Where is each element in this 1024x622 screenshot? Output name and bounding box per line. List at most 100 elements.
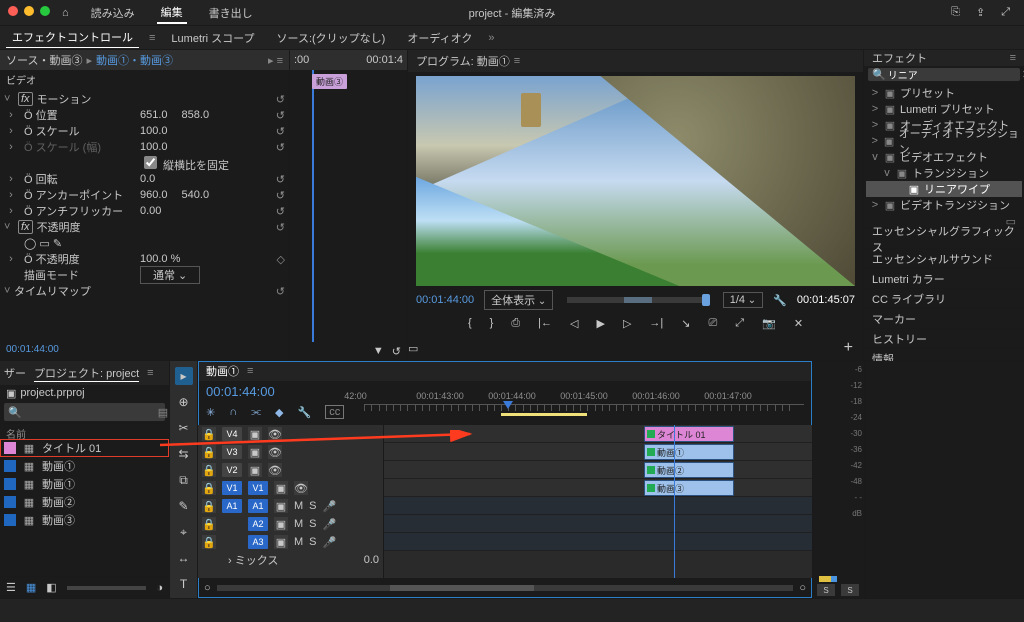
snap-icon[interactable]: ✳ [206,406,215,419]
transport-button[interactable]: } [490,317,494,329]
bin-item[interactable]: ▦動画① [0,457,169,475]
program-monitor[interactable] [416,76,855,286]
tool-button[interactable]: ✂ [175,419,193,437]
workspace-import[interactable]: 読み込み [87,3,139,23]
workspace-edit[interactable]: 編集 [157,2,187,24]
panel-tab[interactable]: エッセンシャルグラフィックス [864,228,1024,248]
timeline-canvas[interactable]: タイトル 01動画①動画②動画③ [384,425,812,578]
tree-item[interactable]: ▣リニアワイプ [866,181,1022,197]
transport-button[interactable]: ⎙ [511,317,520,330]
transport-button[interactable]: { [468,317,472,329]
panel-tab[interactable]: CC ライブラリ [864,288,1024,308]
panel-tab[interactable]: マーカー [864,308,1024,328]
fx-row[interactable]: ›Ö 位置651.0858.0↺ [4,107,285,123]
tab-audio-clip[interactable]: オーディオク [401,28,478,48]
tool-button[interactable]: ▸ [175,367,193,385]
list-view-icon[interactable]: ☰ [6,581,16,594]
timeline-timecode[interactable]: 00:01:44:00 [206,384,275,399]
transport-button[interactable]: ▶ [596,317,604,330]
transport-button[interactable]: →| [649,317,663,329]
kf-playhead[interactable] [312,70,314,342]
icon-view-icon[interactable]: ▦ [26,581,36,594]
bin-item[interactable]: ▦タイトル 01 [0,439,169,457]
transport-button[interactable]: ⤢ [735,317,744,330]
video-track-header[interactable]: 🔒V1V1▣👁 [198,479,383,497]
new-item-button[interactable]: ◑ [156,582,163,594]
tool-button[interactable]: ⌖ [175,523,193,541]
program-tc-left[interactable]: 00:01:44:00 [416,294,474,306]
fx-row[interactable]: ›Ö 不透明度100.0 %◇ [4,251,285,267]
quick-export-icon[interactable]: ⎘ [951,6,960,19]
tab-project[interactable]: プロジェクト: project [34,365,139,382]
tool-button[interactable]: ⇆ [175,445,193,463]
tab-lumetri-scopes[interactable]: Lumetri スコープ [165,28,260,48]
tab-source[interactable]: ソース:(クリップなし) [271,28,392,48]
wrench-icon[interactable]: 🔧 [773,294,787,307]
col-name[interactable]: 名前 [0,423,169,439]
fx-row[interactable]: ◯ ▭ ✎ [4,235,285,251]
program-scrub[interactable] [567,297,708,303]
tree-item[interactable]: >▣オーディオトランジション [866,133,1022,149]
sequence-crumb[interactable]: 動画①・動画③ [96,52,173,68]
timeline-clip[interactable]: タイトル 01 [644,426,734,442]
timeline-ruler[interactable]: 42:0000:01:43:0000:01:44:0000:01:45:0000… [364,404,804,420]
tool-button[interactable]: T [175,575,193,593]
video-track-header[interactable]: 🔒V2▣👁 [198,461,383,479]
bin-item[interactable]: ▦動画② [0,493,169,511]
program-zoom-select[interactable]: 1/4 ⌄ [723,292,763,308]
tool-button[interactable]: ↔ [175,549,193,567]
home-icon[interactable]: ⌂ [62,7,69,19]
transport-button[interactable]: ◁ [570,317,578,330]
share-icon[interactable]: ⇪ [976,6,985,19]
fx-row[interactable]: 描画モード通常 ⌄ [4,267,285,283]
fx-row[interactable]: ˅fxモーション↺ [4,91,285,107]
marker-icon[interactable]: ◆ [275,406,283,419]
pip-icon[interactable]: ▭ [408,342,418,355]
tool-button[interactable]: ✎ [175,497,193,515]
audio-track-header[interactable]: 🔒A3▣MS🎤 [198,533,383,551]
settings-icon[interactable]: 🔧 [298,406,312,419]
solo-button[interactable]: S [817,584,835,596]
tree-item[interactable]: >▣プリセット [866,85,1022,101]
fullscreen-icon[interactable]: ⤢ [1001,6,1010,19]
reset-icon[interactable]: ↺ [392,345,401,358]
magnet-icon[interactable]: ∩ [229,406,237,418]
tree-item[interactable]: v▣トランジション [866,165,1022,181]
sequence-name[interactable]: 動画① [206,363,239,379]
timeline-clip[interactable]: 動画② [644,462,734,478]
transport-button[interactable]: ▷ [623,317,631,330]
kf-clip-tag[interactable]: 動画③ [312,74,347,89]
program-tc-right[interactable]: 00:01:45:07 [797,294,855,306]
link-icon[interactable]: ⫘ [251,406,261,419]
audio-track-header[interactable]: 🔒A1A1▣MS🎤 [198,497,383,515]
project-search-input[interactable] [22,406,158,419]
fx-row[interactable]: ›Ö アンチフリッカー0.00↺ [4,203,285,219]
audio-track-header[interactable]: 🔒A2▣MS🎤 [198,515,383,533]
fx-row[interactable]: ›Ö アンカーポイント960.0540.0↺ [4,187,285,203]
workspace-export[interactable]: 書き出し [205,3,257,23]
bin-item[interactable]: ▦動画③ [0,511,169,529]
transport-button[interactable]: ↘ [681,317,690,330]
transport-button[interactable]: |← [538,317,552,329]
tab-media-browser[interactable]: ザー [4,365,26,381]
effects-search-input[interactable] [886,68,1022,81]
fx-row[interactable]: ›Ö 回転0.0↺ [4,171,285,187]
solo-button[interactable]: S [841,584,859,596]
bin-item[interactable]: ▦動画① [0,475,169,493]
tab-effect-controls[interactable]: エフェクトコントロール [6,27,139,48]
tool-button[interactable]: ⧉ [175,471,193,489]
add-button[interactable]: + [844,339,853,357]
transport-button[interactable]: ✕ [794,317,803,330]
timeline-playhead[interactable] [674,425,675,578]
fx-row[interactable]: ˅fx不透明度↺ [4,219,285,235]
program-fit-select[interactable]: 全体表示 ⌄ [484,290,553,310]
video-track-header[interactable]: 🔒V3▣👁 [198,443,383,461]
timeline-clip[interactable]: 動画③ [644,480,734,496]
filter-icon[interactable]: ▼ [373,345,384,357]
freeform-view-icon[interactable]: ◧ [46,581,56,594]
timeline-zoom-bar[interactable] [217,585,794,591]
transport-button[interactable]: ⎚ [708,317,717,330]
panel-tab[interactable]: Lumetri カラー [864,268,1024,288]
fx-row[interactable]: ›Ö スケール100.0↺ [4,123,285,139]
effect-controls-timecode[interactable]: 00:01:44:00 [0,342,289,360]
